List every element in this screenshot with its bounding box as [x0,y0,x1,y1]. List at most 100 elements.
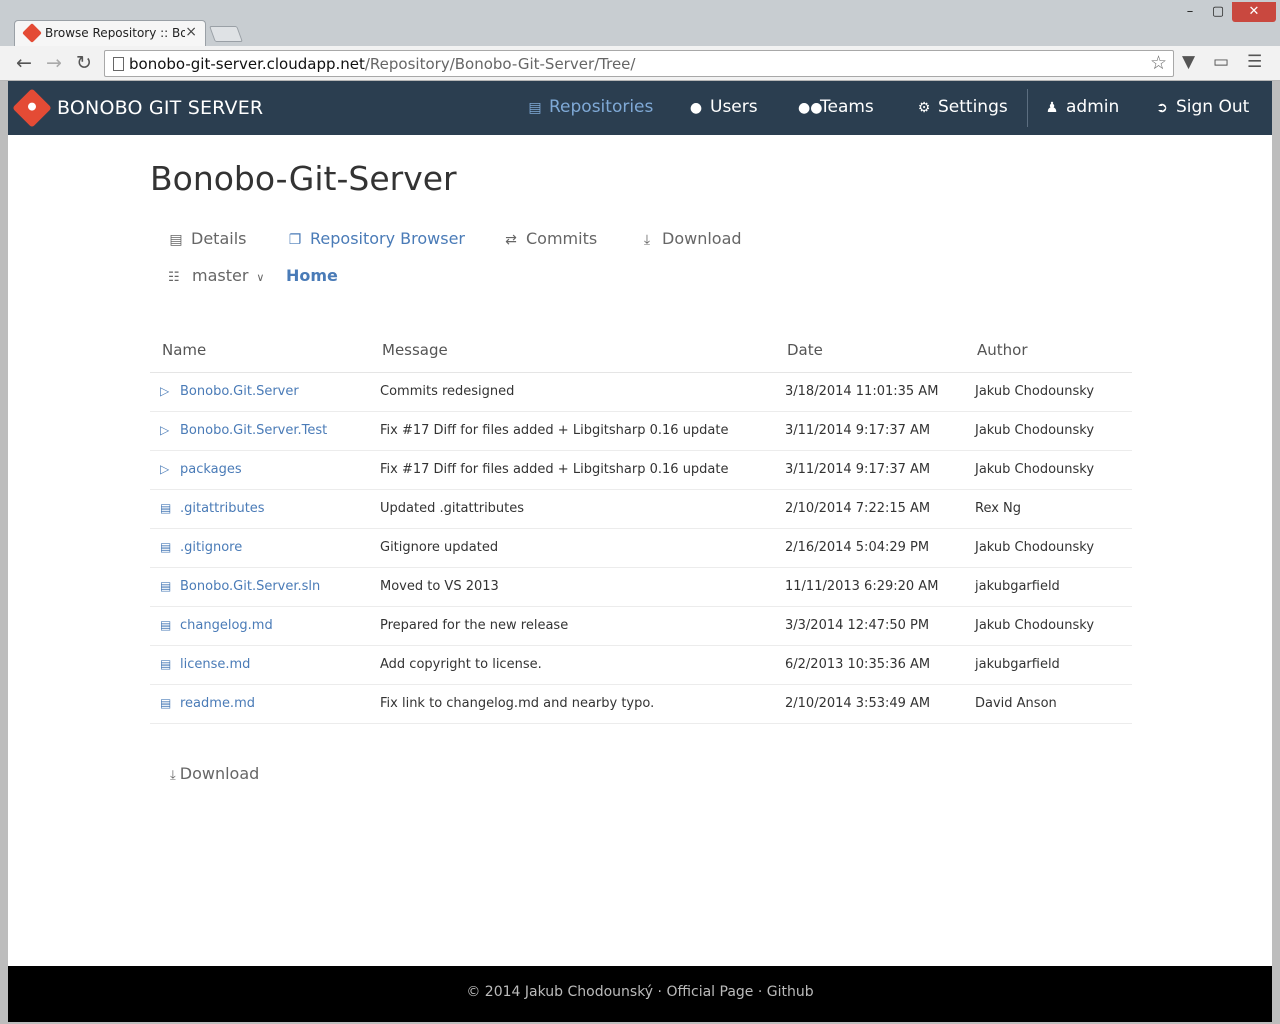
file-icon: ▤ [160,696,172,710]
browser-toolbar: ← → ↻ bonobo-git-server.cloudapp.net/Rep… [0,46,1280,81]
download-icon: ⤓ [170,768,176,783]
commit-author: Rex Ng [965,489,1132,529]
footer-separator: · [657,984,662,1000]
file-name-link[interactable]: ▤ Bonobo.Git.Server.sln [150,567,370,607]
table-row[interactable]: ▤ changelog.md Prepared for the new releas… [150,606,1132,646]
reload-icon[interactable]: ↻ [72,51,96,75]
file-name-link[interactable]: ▤ readme.md [150,684,370,724]
table-row[interactable]: ▷ packages Fix #17 Diff for files added + … [150,450,1132,490]
browser-chrome: Browse Repository :: Bonobo × – ▢ ✕ ← → … [0,0,1280,81]
commit-date: 2/10/2014 3:53:49 AM [775,684,965,724]
file-name-link[interactable]: ▷ Bonobo.Git.Server.Test [150,411,370,451]
download-button[interactable]: ⤓ Download [170,764,259,783]
footer-separator: · [757,984,763,1000]
table-header-row: Name Message Date Author [150,329,1132,373]
minimize-icon[interactable]: – [1176,2,1204,22]
breadcrumb-home[interactable]: Home [286,266,338,285]
commit-date: 6/2/2013 10:35:36 AM [775,645,965,685]
commit-message: Fix link to changelog.md and nearby typo… [370,684,775,724]
chevron-down-icon: ∨ [256,271,265,284]
commit-date: 3/18/2014 11:01:35 AM [775,372,965,412]
address-bar[interactable]: bonobo-git-server.cloudapp.net/Repositor… [104,50,1174,77]
maximize-icon[interactable]: ▢ [1204,2,1232,22]
tab-details[interactable]: ▤ Details [168,229,246,248]
window-controls: – ▢ ✕ [1176,2,1276,22]
tab-download[interactable]: ⤓ Download [639,229,742,248]
forward-arrow-icon[interactable]: → [42,51,66,75]
commit-date: 2/10/2014 7:22:15 AM [775,489,965,529]
back-arrow-icon[interactable]: ← [12,51,36,75]
gears-icon: ⚙ [917,100,931,116]
commit-author: Jakub Chodounsky [965,528,1132,568]
file-icon: ▤ [160,501,172,515]
table-row[interactable]: ▤ .gitattributes Updated .gitattributes 2/1… [150,489,1132,529]
footer-github-link[interactable]: Github [767,984,814,1000]
browser-tab[interactable]: Browse Repository :: Bonobo × [14,20,206,46]
folder-open-icon: ▷ [160,384,170,398]
file-icon: ▤ [160,579,172,593]
top-navbar: BONOBO GIT SERVER ▤ Repositories ● Users ●… [8,81,1272,135]
commit-author: jakubgarfield [965,567,1132,607]
nav-settings[interactable]: ⚙ Settings [916,97,1008,117]
branch-icon: ☷ [168,270,180,285]
bookmark-star-icon[interactable]: ☆ [1150,52,1167,74]
commit-author: Jakub Chodounsky [965,606,1132,646]
cast-icon[interactable]: ▭ [1213,52,1229,72]
pocket-icon[interactable]: ▼ [1182,52,1195,72]
file-name-link[interactable]: ▷ Bonobo.Git.Server [150,372,370,412]
sign-out-icon: ➲ [1156,100,1168,116]
team-icon: ●● [798,100,823,116]
footer-text: © 2014 Jakub Chodounský · Official Page … [8,984,1272,1000]
tab-title: Browse Repository :: Bonobo [45,26,185,40]
branch-selector[interactable]: ☷ master ∨ [168,266,264,285]
nav-sign-out[interactable]: ➲ Sign Out [1154,97,1249,117]
bonobo-favicon-icon [22,23,42,43]
commit-author: jakubgarfield [965,645,1132,685]
table-row[interactable]: ▤ license.md Add copyright to license. 6/2/… [150,645,1132,685]
commit-message: Updated .gitattributes [370,489,775,529]
folder-open-icon: ▷ [160,462,170,476]
footer-official-page-link[interactable]: Official Page [666,984,753,1000]
file-icon: ▤ [160,540,172,554]
hdd-icon: ▤ [169,232,183,248]
brand-title[interactable]: BONOBO GIT SERVER [57,97,263,119]
tab-close-icon[interactable]: × [185,24,197,40]
git-logo-icon [12,88,52,128]
commit-date: 3/11/2014 9:17:37 AM [775,411,965,451]
commit-author: David Anson [965,684,1132,724]
column-header-date: Date [775,329,965,373]
table-row[interactable]: ▤ readme.md Fix link to changelog.md and n… [150,684,1132,724]
commit-date: 3/11/2014 9:17:37 AM [775,450,965,490]
new-tab-button[interactable] [209,26,243,42]
file-icon: ▤ [160,657,172,671]
file-table: Name Message Date Author ▷ Bonobo.Git.Ser… [150,329,1132,724]
nav-teams[interactable]: ●●Teams [798,97,874,117]
tab-commits[interactable]: ⇄ Commits [503,229,597,248]
tab-repository-browser[interactable]: ❐ Repository Browser [287,229,465,248]
commit-message: Gitignore updated [370,528,775,568]
file-name-link[interactable]: ▤ .gitattributes [150,489,370,529]
table-row[interactable]: ▷ Bonobo.Git.Server.Test Fix #17 Diff for … [150,411,1132,451]
file-name-link[interactable]: ▤ license.md [150,645,370,685]
nav-repositories[interactable]: ▤ Repositories [527,97,653,117]
file-name-link[interactable]: ▤ changelog.md [150,606,370,646]
table-row[interactable]: ▷ Bonobo.Git.Server Commits redesigned 3/18… [150,372,1132,412]
table-row[interactable]: ▤ Bonobo.Git.Server.sln Moved to VS 2013 11… [150,567,1132,607]
file-name-link[interactable]: ▷ packages [150,450,370,490]
footer-copyright: © 2014 Jakub Chodounský [466,984,654,1000]
nav-users[interactable]: ● Users [688,97,758,117]
commit-date: 11/11/2013 6:29:20 AM [775,567,965,607]
commit-date: 2/16/2014 5:04:29 PM [775,528,965,568]
commit-message: Fix #17 Diff for files added + Libgitsha… [370,450,775,490]
commit-message: Fix #17 Diff for files added + Libgitsha… [370,411,775,451]
nav-admin[interactable]: ♟ admin [1044,97,1120,117]
menu-icon[interactable]: ☰ [1247,52,1262,72]
commit-message: Add copyright to license. [370,645,775,685]
commit-message: Commits redesigned [370,372,775,412]
table-row[interactable]: ▤ .gitignore Gitignore updated 2/16/2014 5:… [150,528,1132,568]
column-header-name: Name [150,329,370,373]
file-name-link[interactable]: ▤ .gitignore [150,528,370,568]
window-close-icon[interactable]: ✕ [1232,2,1276,22]
tab-strip: Browse Repository :: Bonobo × – ▢ ✕ [0,0,1280,46]
person-icon: ♟ [1045,100,1059,116]
